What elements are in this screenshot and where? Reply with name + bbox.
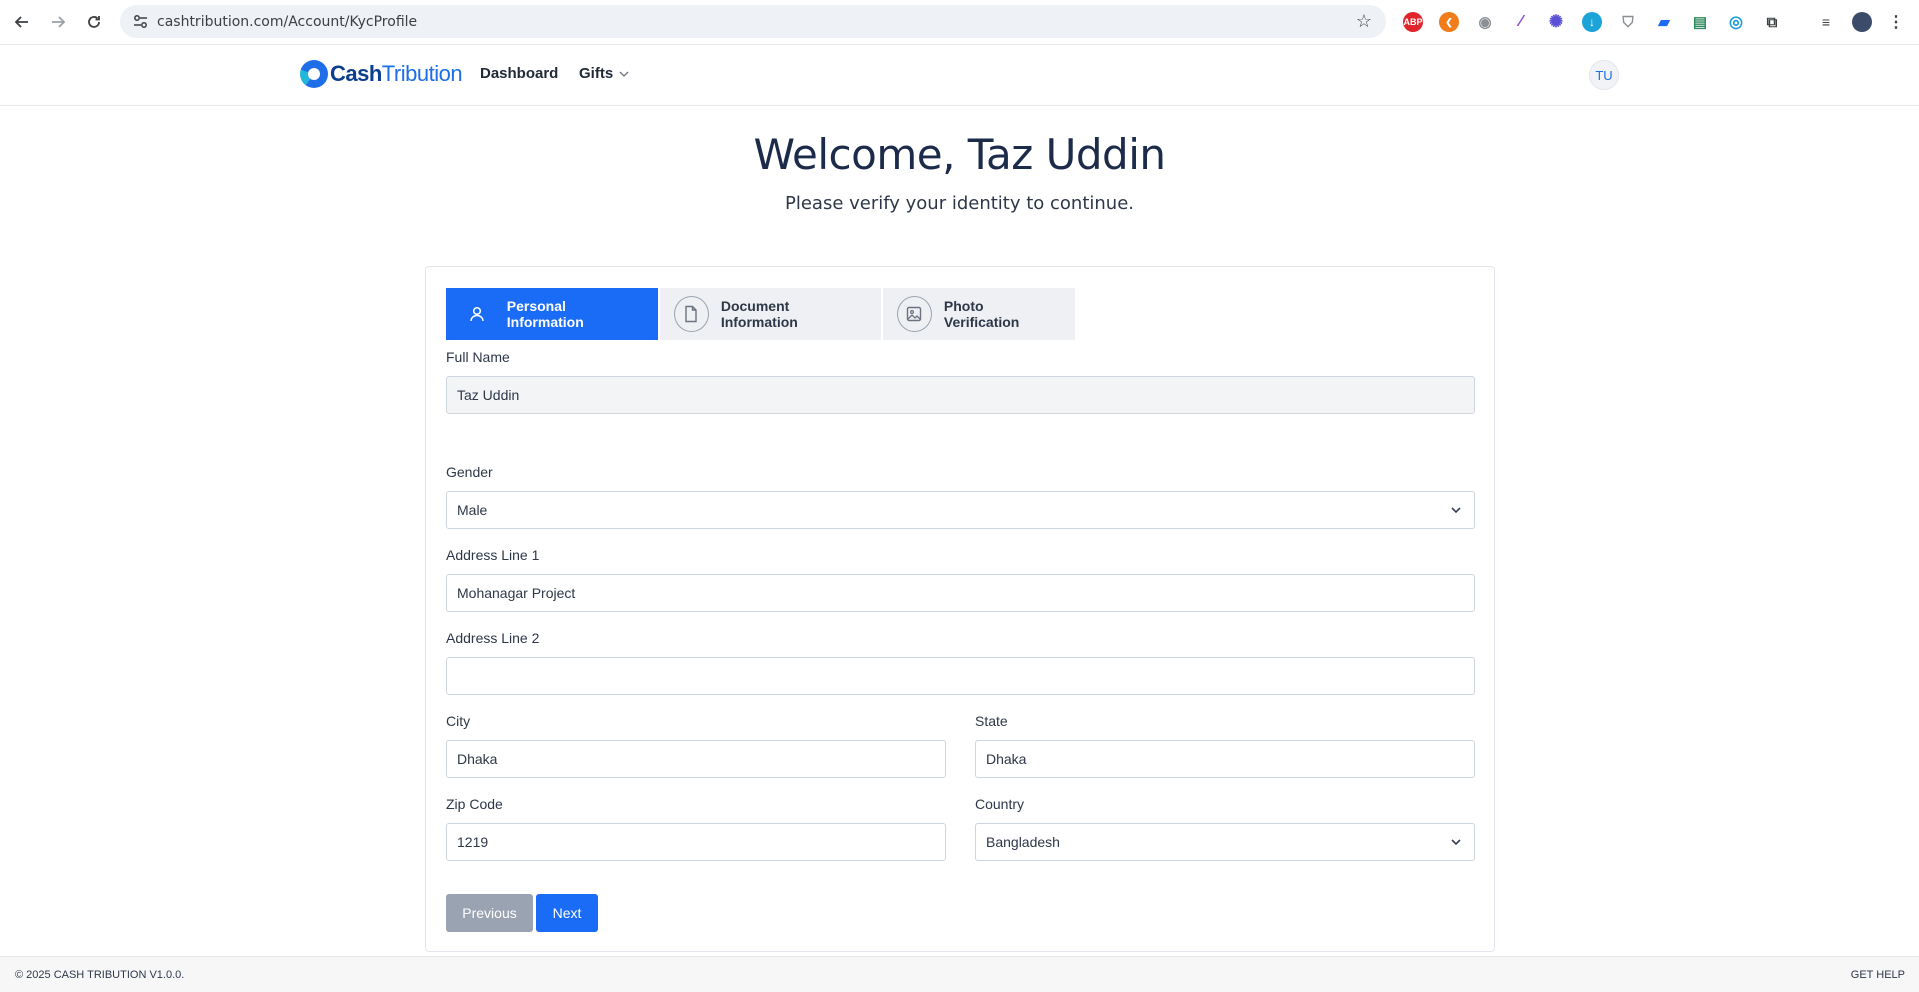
chevron-down-icon bbox=[619, 71, 629, 77]
user-icon bbox=[460, 296, 495, 332]
copyright-text: © 2025 CASH TRIBUTION V1.0.0. bbox=[15, 969, 185, 981]
state-field[interactable]: Dhaka bbox=[975, 740, 1475, 778]
logo-text-cash: Cash bbox=[330, 61, 382, 86]
get-help-link[interactable]: GET HELP bbox=[1851, 969, 1905, 981]
previous-button[interactable]: Previous bbox=[446, 894, 533, 932]
address-bar[interactable]: cashtribution.com/Account/KycProfile ☆ bbox=[120, 5, 1386, 38]
address-line2-field[interactable] bbox=[446, 657, 1475, 695]
bookmark-star-icon[interactable]: ☆ bbox=[1356, 11, 1372, 32]
drive-extension-icon[interactable]: ▤ bbox=[1690, 12, 1710, 32]
url-text[interactable]: cashtribution.com/Account/KycProfile bbox=[157, 14, 417, 30]
cashtribution-logo[interactable]: Cash Tribution bbox=[300, 60, 463, 88]
reload-icon[interactable] bbox=[82, 10, 106, 34]
address-line2-label: Address Line 2 bbox=[446, 630, 540, 646]
camera-extension-icon[interactable]: ◉ bbox=[1475, 12, 1495, 32]
gender-select[interactable]: Male bbox=[446, 491, 1475, 529]
tab-personal-information[interactable]: Personal Information bbox=[446, 288, 658, 340]
nav-dashboard[interactable]: Dashboard bbox=[480, 65, 558, 82]
city-label: City bbox=[446, 713, 471, 729]
nav-gifts[interactable]: Gifts bbox=[579, 65, 629, 82]
profile-avatar-icon[interactable] bbox=[1852, 12, 1872, 32]
back-icon[interactable] bbox=[10, 10, 34, 34]
zip-code-field[interactable]: 1219 bbox=[446, 823, 946, 861]
user-avatar[interactable]: TU bbox=[1589, 60, 1619, 90]
document-icon bbox=[674, 296, 709, 332]
gender-value: Male bbox=[457, 502, 488, 518]
media-control-icon[interactable]: ≡ bbox=[1816, 12, 1836, 32]
chevron-down-icon bbox=[1451, 839, 1461, 846]
tab-label: Document Information bbox=[720, 298, 798, 330]
tab-label: Personal Information bbox=[506, 298, 584, 330]
download-extension-icon[interactable]: ↓ bbox=[1582, 12, 1602, 32]
page-subtitle: Please verify your identity to continue. bbox=[784, 193, 1135, 214]
footer: © 2025 CASH TRIBUTION V1.0.0. GET HELP bbox=[0, 956, 1919, 992]
puzzle-extensions-icon[interactable]: ⧉ bbox=[1762, 12, 1782, 32]
app-header: Cash Tribution Dashboard Gifts TU bbox=[0, 46, 1919, 106]
gear-star-extension-icon[interactable]: ✺ bbox=[1546, 12, 1566, 32]
next-button[interactable]: Next bbox=[536, 894, 598, 932]
orange-extension-icon[interactable]: ❮ bbox=[1439, 12, 1459, 32]
browser-menu-icon[interactable]: ⋮ bbox=[1886, 12, 1906, 32]
site-settings-icon[interactable] bbox=[132, 13, 149, 30]
browser-toolbar: cashtribution.com/Account/KycProfile ☆ A… bbox=[0, 0, 1919, 45]
tab-label: Photo Verification bbox=[943, 298, 1020, 330]
forward-icon[interactable] bbox=[46, 10, 70, 34]
country-label: Country bbox=[975, 796, 1025, 812]
zip-code-label: Zip Code bbox=[446, 796, 503, 812]
country-select[interactable]: Bangladesh bbox=[975, 823, 1475, 861]
file-extension-icon[interactable]: ▰ bbox=[1654, 12, 1674, 32]
kyc-steps: Personal Information Document Informatio… bbox=[446, 288, 1077, 340]
page-title: Welcome, Taz Uddin bbox=[753, 130, 1166, 179]
tab-photo-verification[interactable]: Photo Verification bbox=[883, 288, 1075, 340]
pen-extension-icon[interactable]: ⁄ bbox=[1511, 12, 1531, 32]
country-value: Bangladesh bbox=[986, 834, 1060, 850]
kyc-form-card: Personal Information Document Informatio… bbox=[425, 266, 1495, 952]
chevron-down-icon bbox=[1451, 507, 1461, 514]
tab-document-information[interactable]: Document Information bbox=[660, 288, 881, 340]
address-line1-label: Address Line 1 bbox=[446, 547, 540, 563]
city-field[interactable]: Dhaka bbox=[446, 740, 946, 778]
address-line1-field[interactable]: Mohanagar Project bbox=[446, 574, 1475, 612]
target-extension-icon[interactable]: ◎ bbox=[1726, 12, 1746, 32]
gender-label: Gender bbox=[446, 464, 493, 480]
full-name-label: Full Name bbox=[446, 349, 510, 365]
state-label: State bbox=[975, 713, 1008, 729]
shield-extension-icon[interactable]: ⛉ bbox=[1618, 12, 1638, 32]
nav-gifts-label: Gifts bbox=[579, 65, 614, 82]
full-name-field[interactable]: Taz Uddin bbox=[446, 376, 1475, 414]
logo-mark-icon bbox=[300, 60, 328, 88]
adblock-icon[interactable]: ABP bbox=[1403, 12, 1423, 32]
image-icon bbox=[897, 296, 932, 332]
logo-text-tribution: Tribution bbox=[381, 61, 463, 86]
